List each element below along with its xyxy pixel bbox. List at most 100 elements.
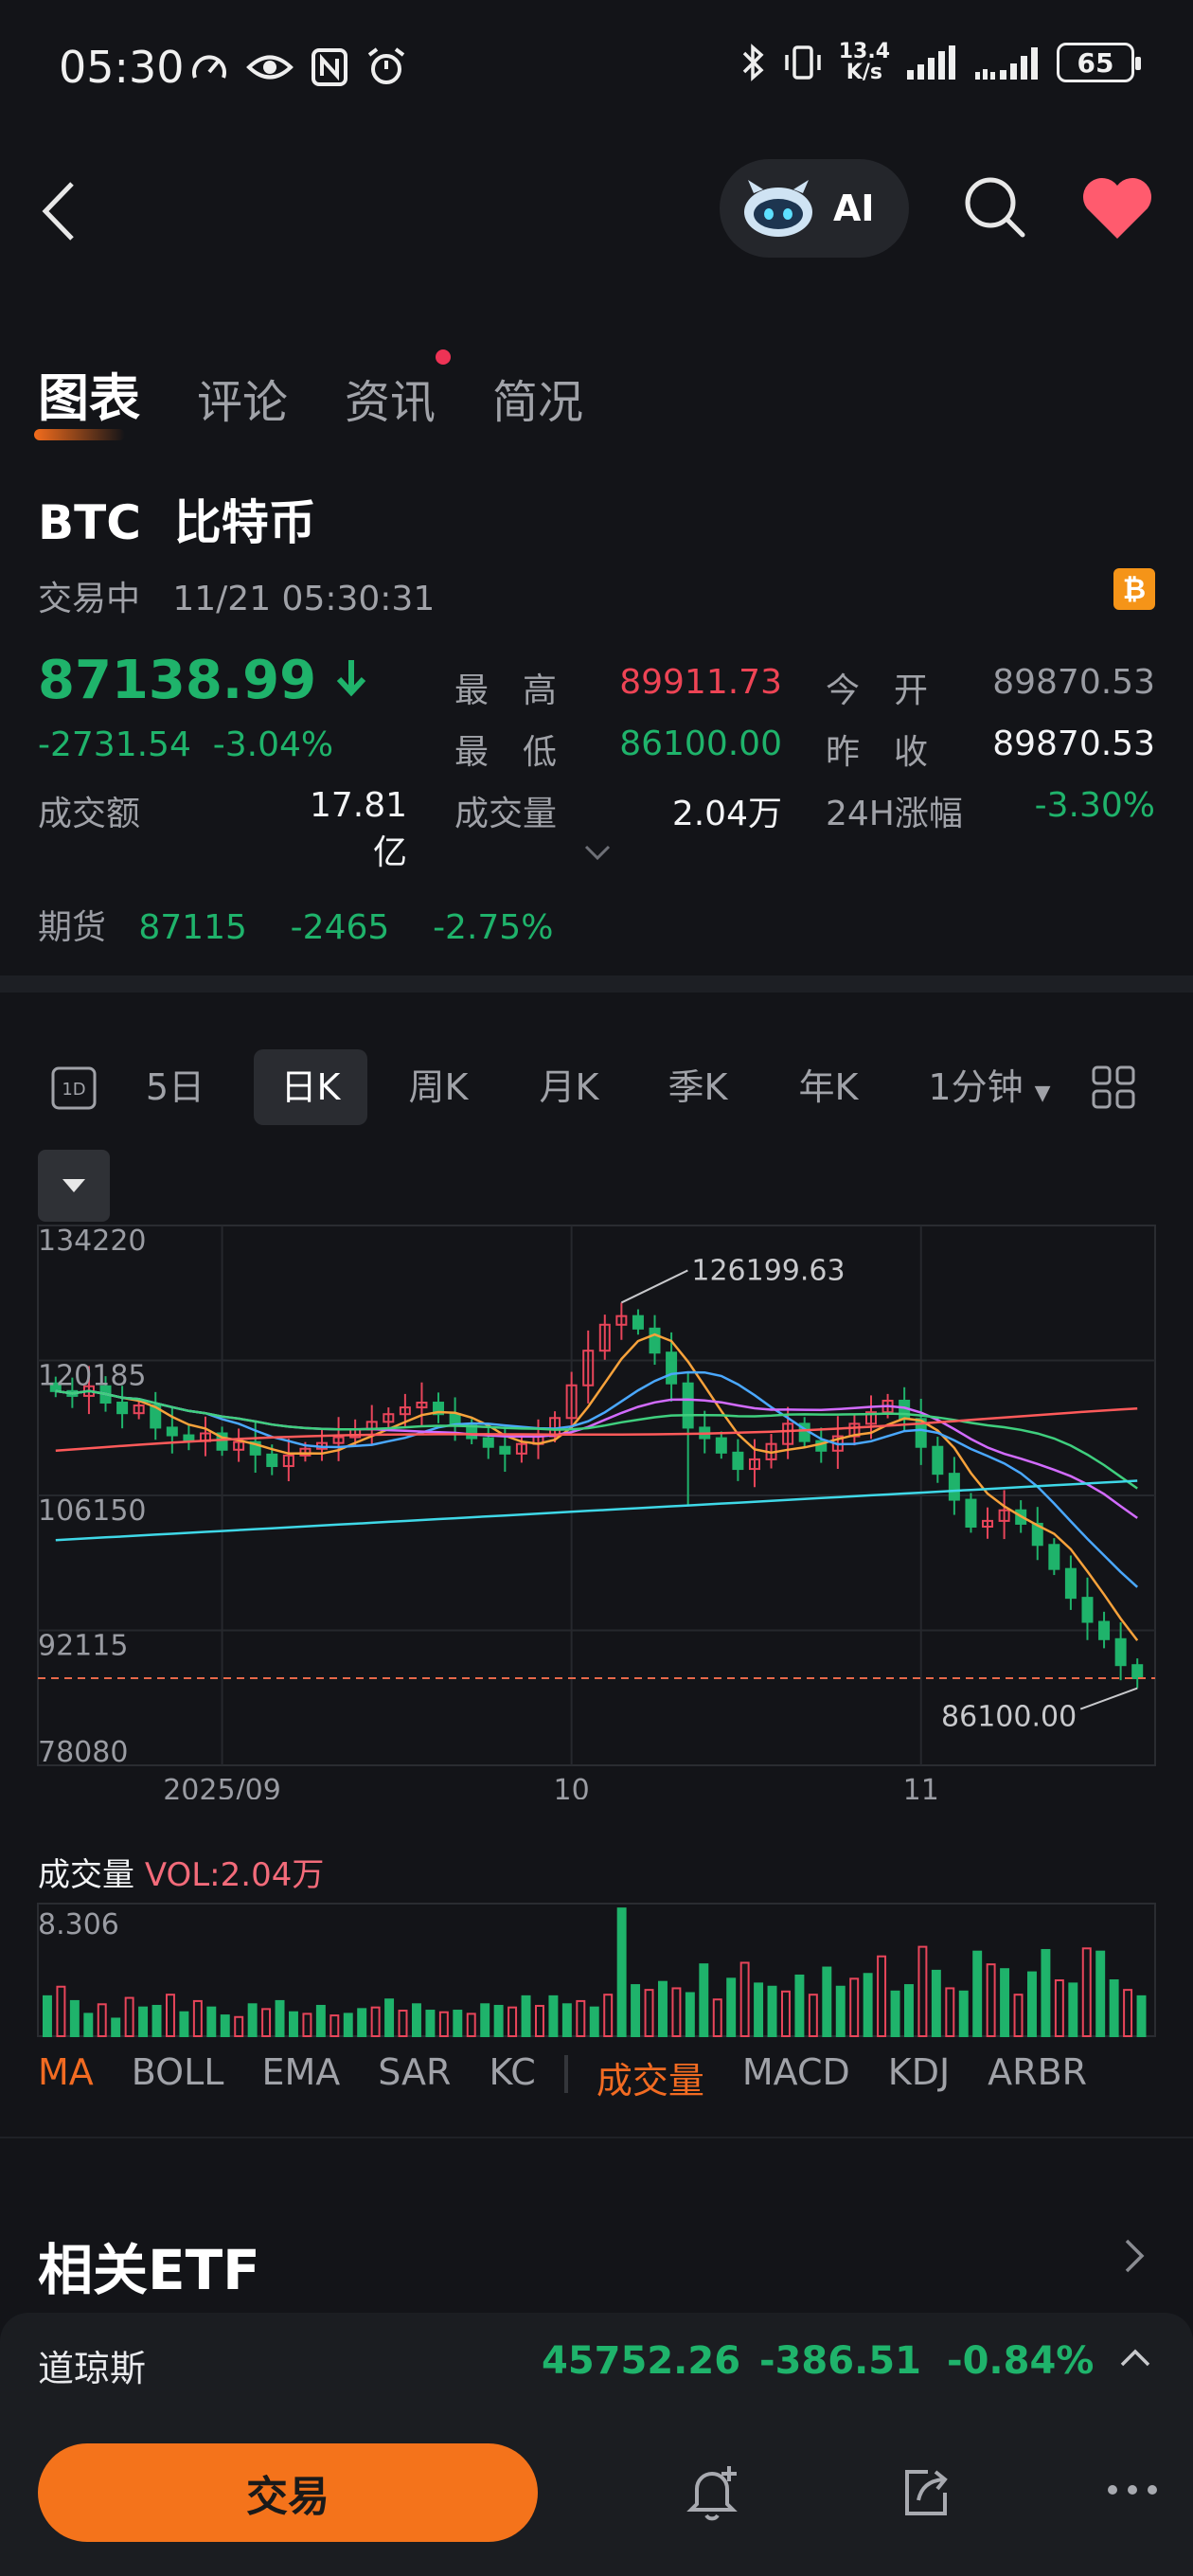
caret-down-icon: [62, 1179, 85, 1192]
volume-bar: [1109, 1979, 1119, 2037]
volume-value: 2.04万: [671, 795, 782, 833]
moving-averages: [38, 1333, 1155, 1680]
indicator-macd[interactable]: MACD: [742, 2051, 850, 2103]
volume-bar: [151, 2004, 162, 2038]
intraday-1d-icon[interactable]: 1D: [51, 1066, 97, 1110]
volume-bar: [138, 2006, 149, 2037]
indicator-kdj[interactable]: KDJ: [888, 2051, 950, 2103]
search-icon[interactable]: [962, 174, 1028, 241]
period-monthly[interactable]: 月K: [526, 1049, 612, 1125]
tab-chart[interactable]: 图表: [34, 356, 140, 440]
share-icon[interactable]: [899, 2464, 953, 2519]
content-tabs: 图表 评论 资讯 简况: [34, 349, 583, 440]
candle-body: [948, 1473, 960, 1501]
volume-bar: [986, 1963, 996, 2037]
chevron-right-icon[interactable]: [1123, 2237, 1146, 2275]
indicator-ema[interactable]: EMA: [261, 2051, 340, 2103]
indicator-sar[interactable]: SAR: [378, 2051, 451, 2103]
last-price: 87138.99: [38, 650, 367, 711]
volume-title-label: 成交量: [38, 1856, 134, 1894]
index-value: 45752.26: [542, 2339, 741, 2383]
indicator-ma[interactable]: MA: [38, 2051, 94, 2103]
tab-overview[interactable]: 简况: [492, 365, 583, 431]
indicator-boll[interactable]: BOLL: [132, 2051, 224, 2103]
chevron-down-icon[interactable]: [583, 843, 612, 862]
futures-row[interactable]: 期货 87115 -2465 -2.75%: [38, 900, 553, 949]
indicator-separator: [563, 2055, 568, 2093]
volume-bar: [808, 1994, 818, 2038]
period-yearly[interactable]: 年K: [786, 1049, 871, 1125]
volume-bar: [315, 2004, 326, 2038]
grid-menu-icon[interactable]: [1091, 1064, 1136, 1110]
chart-settings-dropdown[interactable]: [38, 1150, 110, 1222]
favorite-heart-icon[interactable]: [1079, 176, 1155, 242]
volume-bar: [166, 1994, 175, 2038]
volume-bar: [712, 1998, 722, 2037]
chevron-up-icon[interactable]: [1119, 2347, 1151, 2368]
candle-body: [682, 1382, 694, 1429]
index-change-pct: -0.84%: [947, 2339, 1095, 2383]
period-weekly[interactable]: 周K: [396, 1049, 481, 1125]
volume-bar: [507, 2006, 518, 2037]
volume-bar: [904, 1984, 914, 2037]
ai-assistant-button[interactable]: AI: [720, 159, 909, 258]
prev-close-label: 昨 收: [826, 724, 928, 774]
volume-bar: [863, 1973, 873, 2037]
back-arrow-icon[interactable]: [38, 180, 80, 242]
volume-bar: [945, 1987, 955, 2037]
tab-comments[interactable]: 评论: [197, 365, 288, 431]
volume-bar: [576, 1999, 586, 2037]
candlestick-chart[interactable]: 134220 120185 106150 92115 78080 2025/09 10 11 1…: [0, 1212, 1193, 1799]
more-options-icon[interactable]: [1106, 2483, 1159, 2496]
status-bar: 05:30 13.4 K/s 65: [0, 0, 1193, 142]
min-leader-line: [1079, 1687, 1138, 1710]
indicator-volume[interactable]: 成交量: [596, 2051, 704, 2103]
volume-bar: [754, 1982, 764, 2037]
volume-bar: [589, 2006, 599, 2037]
vibrate-icon: [784, 45, 821, 80]
down-arrow-icon: [336, 660, 365, 697]
chart-grid: [37, 1225, 1156, 1766]
volume-bar: [1095, 1950, 1106, 2038]
indicator-kc[interactable]: KC: [489, 2051, 535, 2103]
price-alert-bell-icon[interactable]: [686, 2462, 742, 2523]
trading-status: 交易中 11/21 05:30:31: [38, 571, 435, 620]
candle-body: [499, 1445, 511, 1455]
volume-bar: [603, 1994, 614, 2038]
candle-body: [266, 1453, 278, 1468]
period-quarterly[interactable]: 季K: [655, 1049, 740, 1125]
asset-name: 比特币: [173, 495, 316, 550]
turnover-label-text: 成交额: [38, 795, 141, 833]
volume-bar: [1027, 1971, 1037, 2037]
candle-body: [932, 1445, 944, 1476]
battery-indicator: 65: [1057, 43, 1141, 82]
signal-icon: [907, 45, 955, 80]
candle-body: [649, 1327, 661, 1354]
period-5d[interactable]: 5日: [133, 1049, 218, 1125]
bitcoin-badge-icon: ₿: [1113, 568, 1155, 610]
high-label-text: 最 高: [454, 671, 558, 710]
indicator-arbr[interactable]: ARBR: [988, 2051, 1087, 2103]
volume-bar: [781, 1990, 791, 2037]
volume-label-text: 成交量: [454, 795, 558, 833]
period-minute-dropdown[interactable]: 1分钟 ▼: [918, 1049, 1060, 1125]
period-selector: 1D 5日 日K 周K 月K 季K 年K 1分钟 ▼: [38, 1049, 1174, 1125]
candle-body: [1048, 1544, 1060, 1570]
period-daily[interactable]: 日K: [254, 1049, 367, 1125]
index-name[interactable]: 道琼斯: [38, 2339, 146, 2391]
volume-bar: [1000, 1968, 1010, 2037]
volume-chart[interactable]: 8.306: [0, 1894, 1193, 2046]
tab-news[interactable]: 资讯: [345, 349, 452, 431]
related-etf-title[interactable]: 相关ETF: [38, 2226, 260, 2305]
volume-bar: [877, 1955, 887, 2037]
volume-bar: [631, 1984, 641, 2037]
high-label: 最 高: [454, 663, 557, 712]
ticker-symbol: BTC: [38, 495, 141, 550]
nfc-icon: [312, 48, 347, 86]
turnover-value: 17.81亿: [309, 786, 407, 872]
candle-body: [715, 1437, 727, 1454]
candle-body: [1064, 1567, 1077, 1600]
prev-close-label-text: 昨 收: [826, 733, 929, 772]
volume-bar: [521, 1995, 531, 2037]
trade-button[interactable]: 交易: [38, 2443, 538, 2542]
